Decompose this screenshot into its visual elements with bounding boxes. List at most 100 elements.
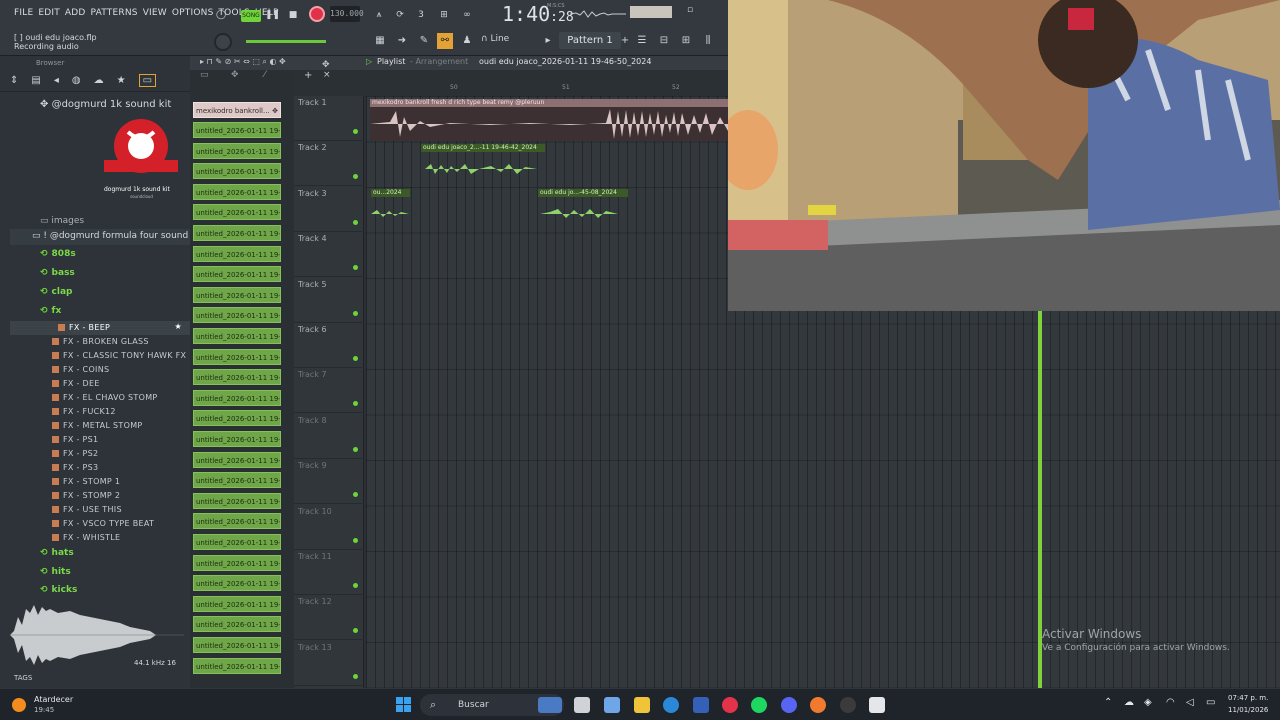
track-header[interactable]: Track 11 bbox=[294, 550, 364, 595]
fx-item[interactable]: FX - BROKEN GLASS bbox=[52, 337, 149, 346]
clip-source[interactable]: untitled_2026-01-11 19-... bbox=[193, 554, 281, 571]
countdown-icon[interactable]: 3 bbox=[414, 8, 428, 22]
pat-song-toggle[interactable]: SONG bbox=[241, 10, 261, 22]
clip-source[interactable]: untitled_2026-01-11 19-... bbox=[193, 534, 281, 550]
clock-date[interactable]: 11/01/2026 bbox=[1228, 706, 1268, 714]
opera-icon[interactable] bbox=[722, 697, 738, 713]
fx-item[interactable]: FX - PS1 bbox=[52, 435, 98, 444]
mixer-icon[interactable]: ⊞ bbox=[678, 33, 694, 49]
master-volume-slider[interactable] bbox=[246, 40, 326, 43]
wait-input-icon[interactable]: ⟳ bbox=[393, 8, 407, 22]
track-mute-led[interactable] bbox=[353, 673, 358, 679]
track-mute-led[interactable] bbox=[353, 219, 358, 225]
track-header[interactable]: Track 2 bbox=[294, 141, 364, 187]
track-mute-led[interactable] bbox=[353, 401, 358, 407]
clip-source[interactable]: untitled_2026-01-11 19-... bbox=[193, 657, 281, 674]
clip-source[interactable]: untitled_2026-01-11 19-... bbox=[193, 513, 281, 530]
add-track-icon[interactable]: + bbox=[304, 70, 312, 81]
clip-source[interactable]: untitled_2026-01-11 19-... bbox=[193, 369, 281, 386]
folder-bass[interactable]: ⟲ bass bbox=[40, 268, 75, 278]
plug-icon[interactable]: ◂ bbox=[54, 75, 59, 86]
fx-item[interactable]: FX - VSCO TYPE BEAT bbox=[52, 519, 154, 528]
store-icon[interactable] bbox=[693, 697, 709, 713]
track-mute-led[interactable] bbox=[353, 492, 358, 498]
star-icon[interactable]: ★ bbox=[175, 322, 182, 331]
record-button[interactable] bbox=[309, 6, 325, 22]
file-explorer-icon[interactable] bbox=[634, 697, 650, 713]
folder-clap[interactable]: ⟲ clap bbox=[40, 287, 72, 297]
menu-edit[interactable]: EDIT bbox=[38, 8, 60, 18]
search-highlight-icon[interactable] bbox=[538, 697, 562, 713]
playlist-options-icon[interactable]: ▸ ⊓ ✎ ⊘ ✂ ⇔ ⬚ ⌕ ◐ ✥ bbox=[200, 57, 286, 67]
clip-source[interactable]: untitled_2026-01-11 19-... bbox=[193, 183, 281, 200]
brush-icon[interactable]: ⁄ bbox=[264, 70, 266, 80]
fx-item[interactable]: FX - METAL STOMP bbox=[52, 421, 143, 430]
track-mute-led[interactable] bbox=[353, 583, 358, 588]
weather-icon[interactable] bbox=[12, 698, 26, 712]
track-mute-led[interactable] bbox=[353, 628, 358, 634]
clip-source[interactable]: untitled_2026-01-11 19-... bbox=[193, 595, 281, 612]
folder-808s[interactable]: ⟲ 808s bbox=[40, 249, 76, 259]
track-header[interactable]: Track 1 bbox=[294, 96, 364, 141]
playlist-play-icon[interactable]: ▷ bbox=[366, 57, 372, 66]
track-header[interactable]: Track 5 bbox=[294, 278, 364, 323]
snap-selector[interactable]: ∩ Line bbox=[481, 34, 509, 44]
track-header[interactable]: Track 9 bbox=[294, 459, 364, 505]
folder-images[interactable]: ▭ images bbox=[40, 216, 84, 226]
track-mute-led[interactable] bbox=[353, 356, 358, 361]
file-icon[interactable]: ▤ bbox=[31, 75, 40, 86]
app-icon[interactable] bbox=[869, 697, 885, 713]
clip-source[interactable]: untitled_2026-01-11 19-... bbox=[193, 389, 281, 406]
playlist-icon[interactable]: ☰ bbox=[634, 33, 650, 49]
menu-options[interactable]: OPTIONS bbox=[172, 8, 214, 18]
clip-source[interactable]: untitled_2026-01-11 19-... bbox=[193, 410, 281, 427]
close-icon[interactable]: × bbox=[323, 70, 331, 80]
edge-icon[interactable] bbox=[663, 697, 679, 713]
arrangement-name[interactable]: oudi edu joaco_2026-01-11 19-46-50_2024 bbox=[479, 57, 651, 66]
track-header[interactable]: Track 12 bbox=[294, 595, 364, 641]
track-mute-led[interactable] bbox=[353, 265, 358, 271]
clip-source[interactable]: untitled_2026-01-11 19-... bbox=[193, 492, 281, 509]
clip-source[interactable]: untitled_2026-01-11 19-... bbox=[193, 472, 281, 489]
clip-source[interactable]: untitled_2026-01-11 19-... bbox=[193, 204, 281, 221]
windows-start-icon[interactable] bbox=[396, 697, 412, 713]
folder-fx[interactable]: ⟲ fx bbox=[40, 306, 61, 316]
fx-item-selected[interactable]: FX - BEEP ★ bbox=[10, 321, 190, 335]
channel-rack-icon[interactable]: ⊟ bbox=[656, 33, 672, 49]
clip-source[interactable]: untitled_2026-01-11 19-... bbox=[193, 348, 281, 365]
clip-source[interactable]: untitled_2026-01-11 19-... bbox=[193, 451, 281, 468]
grid-icon[interactable]: ▭ bbox=[200, 70, 209, 80]
arrow-icon[interactable]: ➜ bbox=[394, 33, 410, 49]
audio-clip-track3b[interactable]: oudi edu jo...-45-08_2024 bbox=[538, 189, 628, 231]
pattern-add-icon[interactable]: + bbox=[617, 33, 633, 49]
track-header[interactable]: Track 10 bbox=[294, 505, 364, 550]
pencil-icon[interactable]: ✎ bbox=[416, 33, 432, 49]
fx-item[interactable]: FX - COINS bbox=[52, 365, 109, 374]
copilot-icon[interactable] bbox=[604, 697, 620, 713]
move-icon[interactable]: ✥ bbox=[322, 60, 330, 70]
audio-clip-track3a[interactable]: ou...2024 bbox=[371, 189, 410, 231]
battery-icon[interactable]: ▭ bbox=[1206, 697, 1215, 708]
folder-hats[interactable]: ⟲ hats bbox=[40, 548, 74, 558]
loop-record-icon[interactable]: ∞ bbox=[460, 8, 474, 22]
track-mute-led[interactable] bbox=[353, 129, 358, 134]
spotify-icon[interactable] bbox=[751, 697, 767, 713]
wifi-icon[interactable]: ◠ bbox=[1166, 697, 1175, 708]
fl-studio-icon[interactable] bbox=[810, 697, 826, 713]
piano-roll-icon[interactable]: ▦ bbox=[372, 33, 388, 49]
fx-item[interactable]: FX - USE THIS bbox=[52, 505, 122, 514]
menu-file[interactable]: FILE bbox=[14, 8, 33, 18]
task-view-icon[interactable] bbox=[574, 697, 590, 713]
arrow-icon[interactable]: ⇕ bbox=[10, 75, 18, 86]
master-pitch-knob[interactable] bbox=[214, 33, 232, 51]
clip-source[interactable]: untitled_2026-01-11 19-... bbox=[193, 245, 281, 262]
track-header[interactable]: Track 3 bbox=[294, 187, 364, 232]
fx-item[interactable]: FX - FUCK12 bbox=[52, 407, 116, 416]
stop-button[interactable]: ■ bbox=[286, 8, 300, 22]
clip-source[interactable]: untitled_2026-01-11 19-... bbox=[193, 575, 281, 592]
clip-source[interactable]: untitled_2026-01-11 19-... bbox=[193, 637, 281, 653]
plugin-icon[interactable]: ⫼ bbox=[700, 33, 716, 49]
folder-icon[interactable]: ▭ bbox=[138, 74, 157, 87]
clip-source[interactable]: untitled_2026-01-11 19-... bbox=[193, 307, 281, 324]
track-mute-led[interactable] bbox=[353, 446, 358, 452]
